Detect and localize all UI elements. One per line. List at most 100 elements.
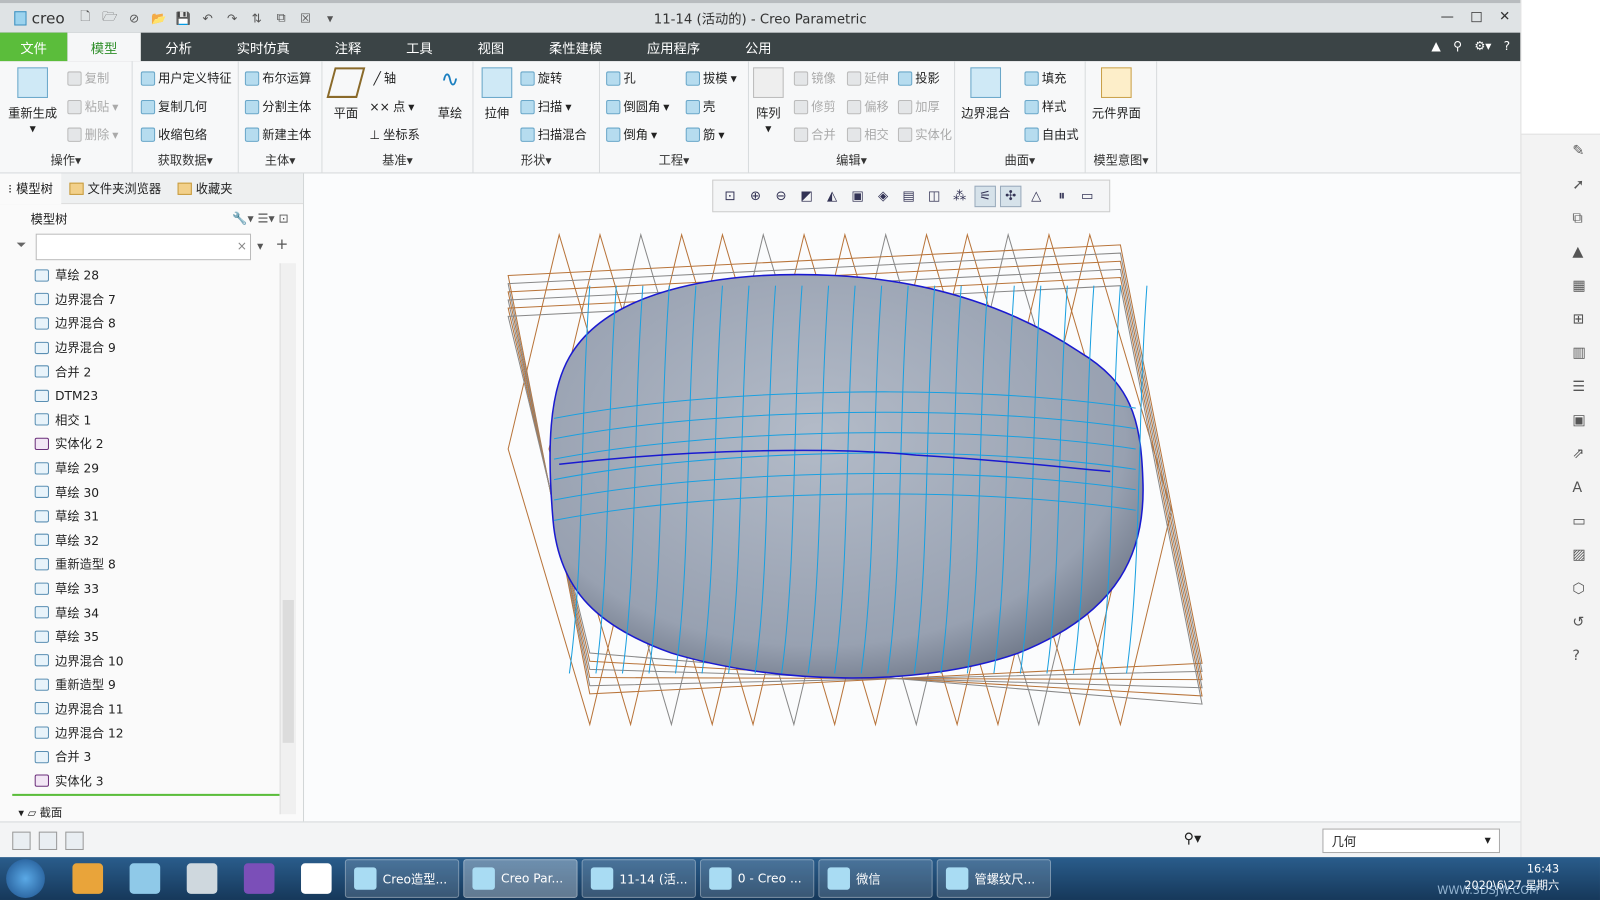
tree-item[interactable]: 相交 1 xyxy=(0,408,280,432)
style-button[interactable]: 样式 xyxy=(1024,98,1066,115)
browser-toggle-icon[interactable] xyxy=(38,831,58,850)
search-icon[interactable]: ⚲ xyxy=(1453,39,1462,53)
tree-toggle-icon[interactable] xyxy=(12,831,31,850)
pointer-icon[interactable]: ➚ xyxy=(1572,177,1586,193)
tree-item[interactable]: 草绘 33 xyxy=(0,576,280,600)
solidify-button[interactable]: 实体化 xyxy=(897,126,952,143)
revolve-button[interactable]: 旋转 xyxy=(520,69,562,86)
paste-button[interactable]: 粘贴 ▾ xyxy=(67,98,118,115)
visual-studio-icon[interactable] xyxy=(243,863,275,894)
tree-item[interactable]: 合并 2 xyxy=(0,360,280,384)
taskbar-item[interactable]: Creo造型... xyxy=(344,859,460,898)
saved-views-icon[interactable]: ◈ xyxy=(872,185,893,206)
axis-button[interactable]: ╱ 轴 xyxy=(373,69,396,86)
pause-icon[interactable]: ⏸ xyxy=(1051,185,1072,206)
tab-utilities[interactable]: 公用 xyxy=(723,33,794,62)
offset-button[interactable]: 偏移 xyxy=(846,98,889,115)
group-label[interactable]: 模型意图▾ xyxy=(1086,151,1156,168)
swept-blend-button[interactable]: 扫描混合 xyxy=(520,126,587,143)
new-body-button[interactable]: 新建主体 xyxy=(244,126,311,143)
clear-search-icon[interactable]: × xyxy=(237,239,247,253)
open-icon[interactable]: 🗁 xyxy=(101,9,119,26)
tree-item[interactable]: 实体化 3 xyxy=(0,769,280,793)
pinned-app-icon[interactable] xyxy=(72,863,104,894)
section-icon[interactable]: ◫ xyxy=(923,185,944,206)
tab-analysis[interactable]: 分析 xyxy=(141,33,214,62)
tree-item[interactable]: 边界混合 10 xyxy=(0,648,280,672)
split-body-button[interactable]: 分割主体 xyxy=(244,98,311,115)
add-icon[interactable]: + xyxy=(276,235,289,253)
shrinkwrap-button[interactable]: 收缩包络 xyxy=(140,126,207,143)
tab-model-tree[interactable]: ⁝ 模型树 xyxy=(0,172,62,204)
regenerate-button[interactable]: 重新生成 ▾ xyxy=(8,67,57,136)
share-icon[interactable]: ⇗ xyxy=(1572,446,1586,462)
folder-icon[interactable]: 📂 xyxy=(149,10,167,26)
calculator-icon[interactable] xyxy=(186,863,218,894)
boundary-blend-button[interactable]: 边界混合 xyxy=(961,67,1010,121)
selection-filter-dropdown[interactable]: 几何 ▾ xyxy=(1322,828,1500,854)
mirror-button[interactable]: 镜像 xyxy=(793,69,836,86)
tab-flexible-modeling[interactable]: 柔性建模 xyxy=(527,33,625,62)
pinned-app-icon[interactable] xyxy=(301,863,332,894)
tab-annotate[interactable]: 注释 xyxy=(312,33,383,62)
sweep-button[interactable]: 扫描 ▾ xyxy=(520,98,571,115)
taskbar-item[interactable]: 管螺纹尺... xyxy=(936,859,1052,898)
save-icon[interactable]: 💾 xyxy=(174,10,192,26)
translate-icon[interactable]: A xyxy=(1572,480,1586,496)
refit-icon[interactable]: ⊡ xyxy=(719,185,740,206)
customize-dropdown-icon[interactable]: ▾ xyxy=(321,10,339,26)
tree-item-section[interactable]: ▾ ▱ 截面 xyxy=(18,804,62,820)
boolean-button[interactable]: 布尔运算 xyxy=(244,69,311,86)
rib-button[interactable]: 筋 ▾ xyxy=(685,126,725,143)
sketch-button[interactable]: ∿ 草绘 xyxy=(435,67,466,121)
collapse-ribbon-icon[interactable]: ▲ xyxy=(1431,39,1440,53)
tree-item[interactable]: 重新造型 9 xyxy=(0,673,280,697)
tree-search-input[interactable] xyxy=(35,233,252,261)
graphics-viewport[interactable]: ⊡ ⊕ ⊖ ◩ ◭ ▣ ◈ ▤ ◫ ⁂ ⚟ ✣ △ ⏸ ▭ xyxy=(304,173,1521,822)
tree-item[interactable]: DTM23 xyxy=(0,384,280,408)
csys-button[interactable]: ⊥ 坐标系 xyxy=(369,126,419,143)
repaint-icon[interactable]: ◩ xyxy=(796,185,817,206)
pinned-app-icon[interactable] xyxy=(129,863,161,894)
extrude-button[interactable]: 拉伸 xyxy=(481,67,513,121)
display-style-icon[interactable]: ▣ xyxy=(847,185,868,206)
archive-icon[interactable]: ▭ xyxy=(1572,513,1586,529)
pattern-button[interactable]: 阵列 ▾ xyxy=(753,67,784,136)
grid-icon[interactable]: ⊞ xyxy=(1572,311,1586,327)
tree-item[interactable]: 实体化 2 xyxy=(0,432,280,456)
windows-icon[interactable]: ⧉ xyxy=(272,10,290,26)
tab-file[interactable]: 文件 xyxy=(0,32,68,62)
spin-center-icon[interactable]: ✣ xyxy=(999,185,1022,207)
zoom-out-icon[interactable]: ⊖ xyxy=(770,185,791,206)
perspective-icon[interactable]: ◭ xyxy=(821,185,842,206)
point-button[interactable]: ×× 点 ▾ xyxy=(369,98,414,115)
copy-geometry-button[interactable]: 复制几何 xyxy=(140,98,207,115)
regenerate-icon[interactable]: ⇅ xyxy=(247,10,265,26)
tree-settings-icon[interactable]: 🔧▾ ☰▾ ⊡ xyxy=(232,211,289,225)
shapes-icon[interactable]: ⧉ xyxy=(1572,210,1586,226)
annotation-display-icon[interactable]: ⚟ xyxy=(974,185,996,207)
udf-button[interactable]: 用户定义特征 xyxy=(140,69,232,86)
tab-model[interactable]: 模型 xyxy=(67,32,141,62)
tab-tools[interactable]: 工具 xyxy=(384,33,455,62)
help-icon[interactable]: ? xyxy=(1504,39,1511,53)
settings-icon[interactable]: ⚙▾ xyxy=(1474,39,1491,53)
group-label[interactable]: 编辑▾ xyxy=(749,151,954,168)
taskbar-item[interactable]: 11-14 (活... xyxy=(581,859,696,898)
tree-item[interactable]: 边界混合 8 xyxy=(0,311,280,335)
group-label[interactable]: 形状▾ xyxy=(473,151,599,168)
tree-item[interactable]: 草绘 28 xyxy=(0,263,280,287)
fullscreen-icon[interactable] xyxy=(65,831,84,850)
datum-display-icon[interactable]: ⁂ xyxy=(949,185,970,206)
pen-icon[interactable]: ✎ xyxy=(1572,143,1586,159)
chamfer-button[interactable]: 倒角 ▾ xyxy=(606,126,657,143)
trim-button[interactable]: 修剪 xyxy=(793,98,836,115)
group-label[interactable]: 获取数据▾ xyxy=(133,151,238,168)
tree-item[interactable]: 草绘 34 xyxy=(0,600,280,624)
tab-favorites[interactable]: 收藏夹 xyxy=(169,173,240,204)
intersect-button[interactable]: 相交 xyxy=(846,126,889,143)
sliders-icon[interactable]: ☰ xyxy=(1572,379,1586,395)
redo-icon[interactable]: ↷ xyxy=(223,10,241,26)
history-icon[interactable]: ↺ xyxy=(1572,614,1586,630)
maximize-button[interactable]: □ xyxy=(1470,9,1483,24)
